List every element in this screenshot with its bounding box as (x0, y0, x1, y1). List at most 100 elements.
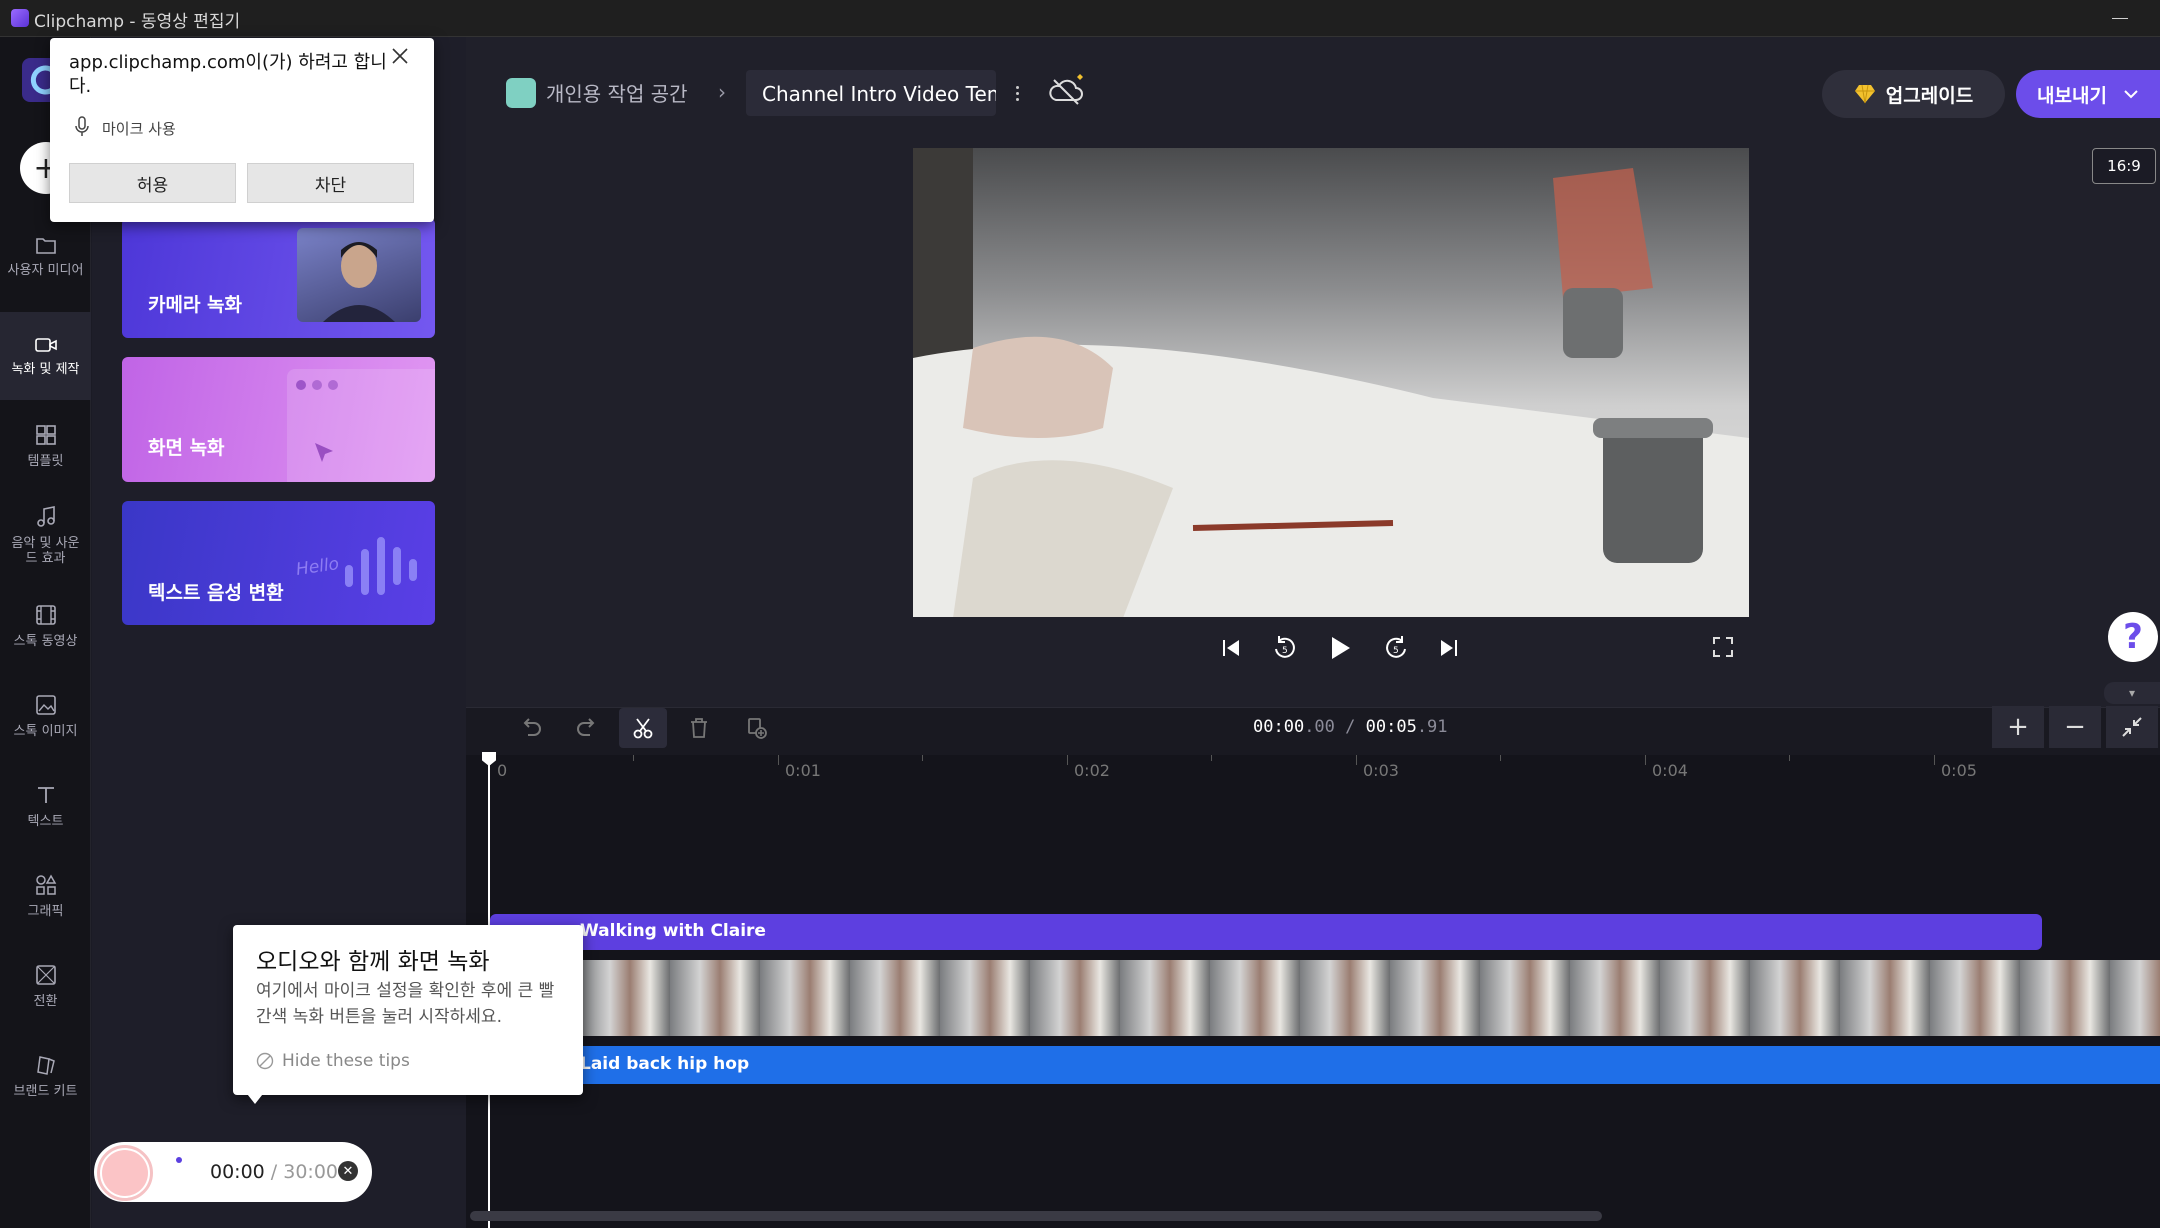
recording-timer: 00:00 / 30:00 (210, 1161, 338, 1183)
export-button[interactable]: 내보내기 (2016, 70, 2160, 118)
shapes-icon (35, 873, 56, 895)
zoom-fit-button[interactable] (2106, 706, 2158, 748)
soundwave-icon (345, 537, 417, 595)
camera-preview-thumbnail (297, 228, 421, 322)
block-button[interactable]: 차단 (247, 163, 414, 203)
zoom-in-button[interactable]: + (1992, 706, 2044, 748)
ruler-tick (1067, 755, 1068, 765)
redo-button[interactable] (563, 708, 611, 748)
sidebar-item-stock-images[interactable]: 스톡 이미지 (0, 672, 91, 760)
time-limit: 30:00 (283, 1161, 339, 1183)
total-time: 00:05 (1365, 717, 1417, 737)
hide-icon (256, 1052, 274, 1070)
fullscreen-button[interactable] (1712, 636, 1734, 658)
ruler-tick (1211, 755, 1212, 761)
ruler-tick (922, 755, 923, 761)
forward-5-icon[interactable]: 5 (1383, 635, 1409, 661)
sidebar-item-label: 사용자 미디어 (7, 262, 84, 278)
audio-clip[interactable]: Laid back hip hop (490, 1046, 2160, 1084)
text-icon (37, 786, 54, 803)
video-clip[interactable] (490, 960, 2160, 1036)
text-clip[interactable]: Walking with Claire (490, 914, 2042, 950)
breadcrumb-separator: › (718, 80, 726, 104)
scissors-icon (633, 718, 653, 739)
sidebar-item-text[interactable]: 텍스트 (0, 762, 91, 850)
zoom-out-button[interactable]: − (2049, 706, 2101, 748)
current-time: 00:00 (1253, 717, 1305, 737)
camera-recording-card[interactable]: 카메라 녹화 (122, 218, 435, 338)
ruler-tick (778, 755, 779, 765)
hide-tips-link[interactable]: Hide these tips (256, 1051, 410, 1071)
ruler-tick (1645, 755, 1646, 765)
sidebar-item-templates[interactable]: 템플릿 (0, 402, 91, 490)
current-time-fraction: .00 (1304, 717, 1335, 737)
total-time-fraction: .91 (1416, 717, 1448, 737)
permission-close-button[interactable] (390, 46, 410, 66)
redo-icon (577, 718, 595, 736)
sidebar-item-transitions[interactable]: 전환 (0, 942, 91, 1030)
minimize-icon (2112, 17, 2128, 19)
image-icon (35, 694, 56, 715)
record-icon (102, 1150, 148, 1196)
window-title: Clipchamp - 동영상 편집기 (34, 12, 241, 32)
sidebar-item-label: 그래픽 (27, 903, 64, 919)
aspect-ratio-button[interactable]: 16:9 (2092, 148, 2156, 184)
upgrade-button[interactable]: 업그레이드 (1822, 70, 2005, 118)
sidebar-item-label: 템플릿 (27, 453, 64, 469)
video-preview[interactable] (913, 148, 1749, 617)
skip-forward-icon[interactable] (1438, 637, 1460, 659)
ruler-tick (1356, 755, 1357, 765)
rewind-5-icon[interactable]: 5 (1272, 635, 1298, 661)
undo-icon (523, 718, 541, 736)
duplicate-button[interactable] (733, 708, 781, 748)
cloud-sync-button[interactable] (1048, 72, 1086, 108)
sidebar-item-music-sfx[interactable]: 음악 및 사운드 효과 (0, 492, 91, 580)
sidebar-item-label: 스톡 동영상 (13, 633, 78, 649)
ruler-tick (1934, 755, 1935, 765)
project-title-input[interactable]: Channel Intro Video Template (746, 70, 996, 116)
project-more-button[interactable] (1005, 76, 1029, 110)
cursor-icon (296, 380, 338, 462)
hello-decoration: Hello (294, 554, 341, 580)
ruler-tick (1500, 755, 1501, 761)
diamond-icon (1854, 84, 1875, 104)
card-label: 텍스트 음성 변환 (148, 582, 284, 604)
tip-title: 오디오와 함께 화면 녹화 (256, 949, 490, 975)
permission-message: app.clipchamp.com이(가) 하려고 합니다. (69, 52, 387, 97)
folder-icon (35, 237, 56, 254)
elapsed-time: 00:00 (210, 1161, 265, 1183)
screen-recording-card[interactable]: 화면 녹화 (122, 357, 435, 482)
sidebar-item-brand-kit[interactable]: 브랜드 키트 (0, 1032, 91, 1120)
sidebar-item-record-create[interactable]: 녹화 및 제작 (0, 312, 91, 400)
allow-button[interactable]: 허용 (69, 163, 236, 203)
preview-frame-image (913, 148, 1749, 617)
ruler-label: 0 (497, 761, 508, 780)
timeline-scrollbar[interactable] (470, 1211, 1602, 1221)
timeline-ruler[interactable]: 0 0:01 0:02 0:03 0:04 0:05 (466, 755, 2160, 787)
record-button[interactable] (97, 1145, 153, 1201)
workspace-name[interactable]: 개인용 작업 공간 (546, 78, 688, 107)
panel-scroll-down-icon[interactable]: ▾ (2104, 682, 2160, 704)
sidebar-item-my-media[interactable]: 사용자 미디어 (0, 212, 91, 300)
chevron-down-icon (2124, 90, 2138, 99)
sidebar-item-stock-video[interactable]: 스톡 동영상 (0, 582, 91, 670)
help-button[interactable]: ? (2108, 612, 2158, 662)
skip-back-icon[interactable] (1220, 637, 1242, 659)
ruler-label: 0:03 (1363, 761, 1399, 780)
card-label: 카메라 녹화 (148, 294, 243, 316)
play-icon[interactable] (1327, 635, 1353, 661)
cloud-off-icon (1049, 74, 1083, 105)
duplicate-icon (748, 718, 767, 739)
split-button[interactable] (619, 708, 667, 748)
window-titlebar (0, 0, 2160, 37)
playback-controls: 5 5 (1220, 630, 1460, 666)
minimize-button[interactable] (2100, 8, 2140, 28)
ruler-tick (633, 755, 634, 761)
tip-body: 여기에서 마이크 설정을 확인한 후에 큰 빨간색 녹화 버튼을 눌러 시작하세… (256, 981, 555, 1027)
text-to-speech-card[interactable]: Hello 텍스트 음성 변환 (122, 501, 435, 625)
ruler-label: 0:01 (785, 761, 821, 780)
cancel-recording-button[interactable]: ✕ (338, 1161, 358, 1181)
sidebar-item-graphics[interactable]: 그래픽 (0, 852, 91, 940)
undo-button[interactable] (507, 708, 555, 748)
delete-button[interactable] (675, 708, 723, 748)
